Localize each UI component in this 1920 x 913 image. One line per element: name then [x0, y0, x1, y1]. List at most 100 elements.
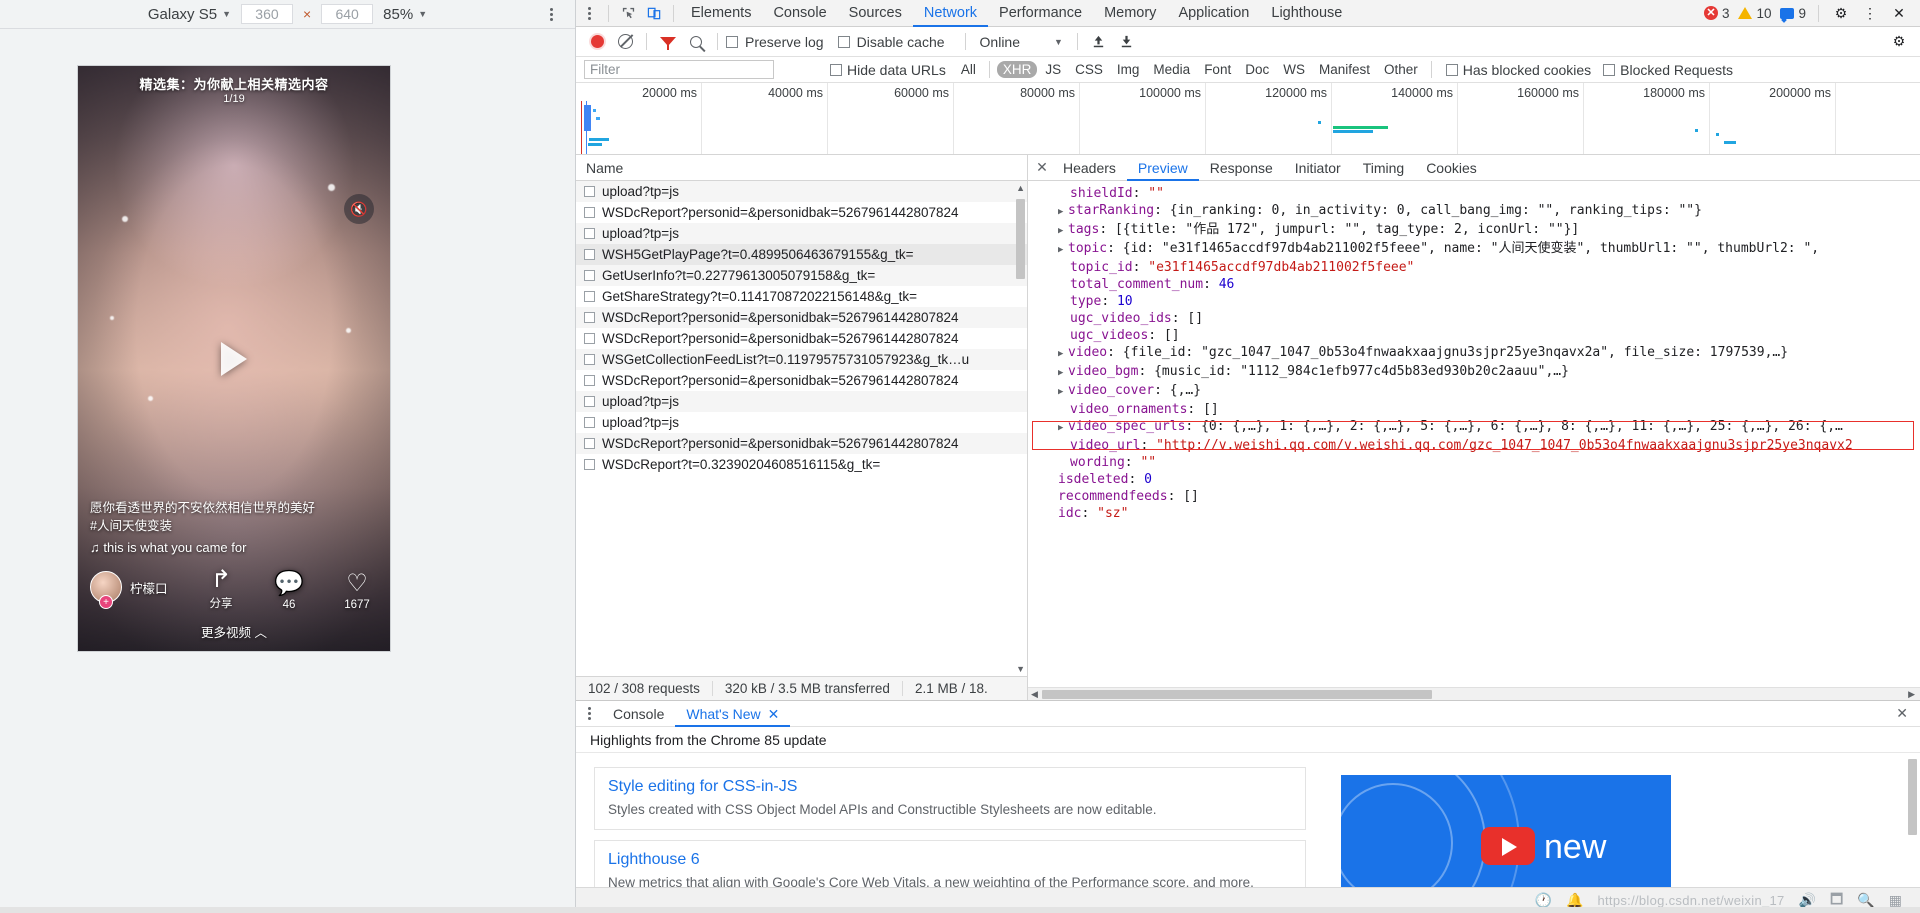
json-line[interactable]: ▶ video: {file_id: "gzc_1047_1047_0b53o4f… — [1058, 344, 1920, 363]
table-row[interactable]: WSDcReport?personid=&personidbak=5267961… — [576, 433, 1027, 454]
export-har-icon[interactable] — [1114, 31, 1140, 53]
scrollbar-thumb[interactable] — [1016, 199, 1025, 279]
tab-performance[interactable]: Performance — [988, 0, 1093, 27]
drawer-scrollbar-thumb[interactable] — [1908, 759, 1917, 835]
json-line[interactable]: idc: "sz" — [1058, 505, 1920, 522]
json-line[interactable]: ugc_video_ids: [] — [1058, 310, 1920, 327]
close-detail-icon[interactable]: ✕ — [1032, 159, 1052, 176]
network-settings-gear-icon[interactable]: ⚙ — [1886, 31, 1912, 53]
youtube-play-icon[interactable] — [1481, 827, 1535, 865]
json-line[interactable]: type: 10 — [1058, 293, 1920, 310]
json-line[interactable]: ▶ tags: [{title: "作品 172", jumpurl: "", t… — [1058, 221, 1920, 240]
tab-application[interactable]: Application — [1167, 0, 1260, 27]
drawer-tab-whats-new[interactable]: What's New ✕ — [675, 701, 790, 727]
caption-hashtag[interactable]: #人间天使变装 — [90, 517, 324, 535]
row-checkbox[interactable] — [584, 228, 595, 239]
filter-toggle-button[interactable] — [655, 31, 681, 53]
requests-list[interactable]: upload?tp=js WSDcReport?personid=&person… — [576, 181, 1027, 676]
json-line[interactable]: ugc_videos: [] — [1058, 327, 1920, 344]
table-row[interactable]: upload?tp=js — [576, 412, 1027, 433]
json-line[interactable]: topic_id: "e31f1465accdf97db4ab211002f5f… — [1058, 259, 1920, 276]
table-row[interactable]: WSDcReport?personid=&personidbak=5267961… — [576, 370, 1027, 391]
tab-network[interactable]: Network — [913, 0, 988, 27]
expand-triangle-icon[interactable]: ▶ — [1058, 242, 1068, 259]
has-blocked-cookies-label[interactable]: Has blocked cookies — [1463, 62, 1591, 78]
json-line[interactable]: ▶ topic: {id: "e31f1465accdf97db4ab211002… — [1058, 240, 1920, 259]
row-checkbox[interactable] — [584, 417, 595, 428]
table-row[interactable]: WSGetCollectionFeedList?t=0.119795757310… — [576, 349, 1027, 370]
mute-button[interactable]: 🔇 — [344, 194, 374, 224]
json-line[interactable]: ▶ video_cover: {,…} — [1058, 382, 1920, 401]
blocked-requests-checkbox[interactable] — [1603, 63, 1616, 76]
table-row[interactable]: upload?tp=js — [576, 391, 1027, 412]
inspect-element-icon[interactable] — [615, 2, 641, 24]
row-checkbox[interactable] — [584, 354, 595, 365]
tab-memory[interactable]: Memory — [1093, 0, 1167, 27]
preserve-log-checkbox[interactable] — [726, 35, 738, 48]
devtools-kebab-icon[interactable]: ⋮ — [1857, 2, 1883, 24]
json-line[interactable]: ▶ video_bgm: {music_id: "1112_984c1efb977… — [1058, 363, 1920, 382]
follow-plus-icon[interactable]: + — [99, 595, 113, 609]
hide-data-urls-label[interactable]: Hide data URLs — [847, 62, 946, 78]
device-select[interactable]: Galaxy S5 ▼ — [148, 6, 231, 23]
table-row[interactable]: WSDcReport?personid=&personidbak=5267961… — [576, 307, 1027, 328]
json-preview-viewer[interactable]: shieldId: "" ▶ starRanking: {in_ranking: 0… — [1028, 181, 1920, 687]
filter-type-img[interactable]: Img — [1111, 61, 1146, 78]
scrollbar-thumb[interactable] — [1042, 690, 1432, 699]
like-button[interactable]: ♡ 1677 — [334, 570, 380, 611]
device-height-input[interactable]: 640 — [321, 4, 374, 24]
warning-badge[interactable]: 10 — [1735, 6, 1774, 21]
toggle-device-toolbar-icon[interactable] — [641, 2, 667, 24]
tab-preview[interactable]: Preview — [1127, 155, 1199, 181]
tab-sources[interactable]: Sources — [838, 0, 913, 27]
filter-input[interactable]: Filter — [584, 60, 774, 79]
filter-type-font[interactable]: Font — [1198, 61, 1237, 78]
drawer-tab-close-icon[interactable]: ✕ — [768, 701, 780, 727]
error-badge[interactable]: ✕ 3 — [1701, 6, 1733, 21]
filter-type-css[interactable]: CSS — [1069, 61, 1109, 78]
row-checkbox[interactable] — [584, 270, 595, 281]
tab-console[interactable]: Console — [762, 0, 837, 27]
table-row-selected[interactable]: WSH5GetPlayPage?t=0.4899506463679155&g_t… — [576, 244, 1027, 265]
filter-type-other[interactable]: Other — [1378, 61, 1424, 78]
has-blocked-cookies-checkbox[interactable] — [1445, 63, 1458, 76]
scroll-right-arrow-icon[interactable]: ▶ — [1908, 689, 1915, 700]
tab-initiator[interactable]: Initiator — [1284, 155, 1352, 181]
network-overview-timeline[interactable]: 20000 ms 40000 ms 60000 ms 80000 ms 1000… — [576, 83, 1920, 155]
record-button[interactable] — [584, 31, 610, 53]
whats-new-media-banner[interactable]: new — [1341, 775, 1671, 903]
row-checkbox[interactable] — [584, 312, 595, 323]
json-line[interactable]: ▶ video_spec_urls: {0: {,…}, 1: {,…}, 2: … — [1058, 418, 1920, 437]
card-title-link[interactable]: Lighthouse 6 — [608, 851, 1292, 869]
drawer-tab-console[interactable]: Console — [602, 701, 675, 727]
tab-cookies[interactable]: Cookies — [1415, 155, 1488, 181]
filter-type-manifest[interactable]: Manifest — [1313, 61, 1376, 78]
preview-horizontal-scrollbar[interactable]: ◀ ▶ — [1028, 687, 1920, 700]
play-button-icon[interactable] — [221, 341, 247, 376]
filter-type-ws[interactable]: WS — [1277, 61, 1311, 78]
blocked-requests-label[interactable]: Blocked Requests — [1620, 62, 1733, 78]
json-line[interactable]: video_ornaments: [] — [1058, 401, 1920, 418]
table-row[interactable]: upload?tp=js — [576, 223, 1027, 244]
json-line[interactable]: shieldId: "" — [1058, 185, 1920, 202]
preserve-log-label[interactable]: Preserve log — [745, 34, 824, 50]
row-checkbox[interactable] — [584, 249, 595, 260]
row-checkbox[interactable] — [584, 396, 595, 407]
row-checkbox[interactable] — [584, 459, 595, 470]
expand-triangle-icon[interactable]: ▶ — [1058, 346, 1068, 363]
device-more-options-icon[interactable] — [543, 6, 559, 22]
import-har-icon[interactable] — [1086, 31, 1112, 53]
table-row[interactable]: upload?tp=js — [576, 181, 1027, 202]
table-row[interactable]: WSDcReport?personid=&personidbak=5267961… — [576, 328, 1027, 349]
share-button[interactable]: ↱ 分享 — [198, 566, 244, 611]
music-row[interactable]: ♫ this is what you came for — [90, 540, 324, 555]
json-line[interactable]: recommendfeeds: [] — [1058, 488, 1920, 505]
tab-headers[interactable]: Headers — [1052, 155, 1127, 181]
drawer-close-icon[interactable]: ✕ — [1896, 705, 1920, 722]
requests-scrollbar[interactable] — [1016, 185, 1025, 672]
json-line[interactable]: isdeleted: 0 — [1058, 471, 1920, 488]
row-checkbox[interactable] — [584, 375, 595, 386]
expand-triangle-icon[interactable]: ▶ — [1058, 365, 1068, 382]
clear-button[interactable] — [612, 31, 638, 53]
tab-lighthouse[interactable]: Lighthouse — [1260, 0, 1353, 27]
